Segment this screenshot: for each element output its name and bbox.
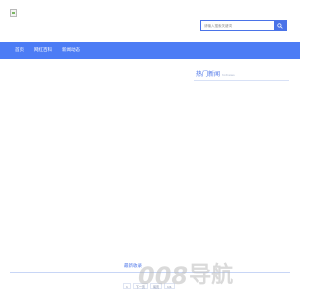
hot-news-subtitle: hotnews	[222, 73, 235, 77]
nav-item-influencer-wiki[interactable]: 网红百科	[34, 42, 52, 59]
page-number-1[interactable]: 1	[123, 283, 131, 289]
search-box	[200, 20, 287, 31]
main-nav: 首页 网红百科 新闻动态	[0, 42, 300, 59]
broken-image-icon[interactable]	[10, 9, 17, 17]
watermark-text: 导航	[189, 263, 234, 288]
page: 首页 网红百科 新闻动态 热门新闻 hotnews 最新收录 1 下一页 尾页 …	[0, 0, 300, 300]
search-input[interactable]	[204, 22, 274, 30]
hot-news-title: 热门新闻	[196, 71, 221, 78]
nav-item-home[interactable]: 首页	[15, 42, 24, 59]
watermark-logo: 008 导航	[138, 263, 233, 289]
hot-news-divider	[194, 80, 289, 81]
search-icon	[277, 22, 283, 29]
search-button[interactable]	[274, 21, 286, 30]
watermark-digits: 008	[138, 262, 189, 290]
nav-item-news[interactable]: 新闻动态	[62, 42, 80, 59]
